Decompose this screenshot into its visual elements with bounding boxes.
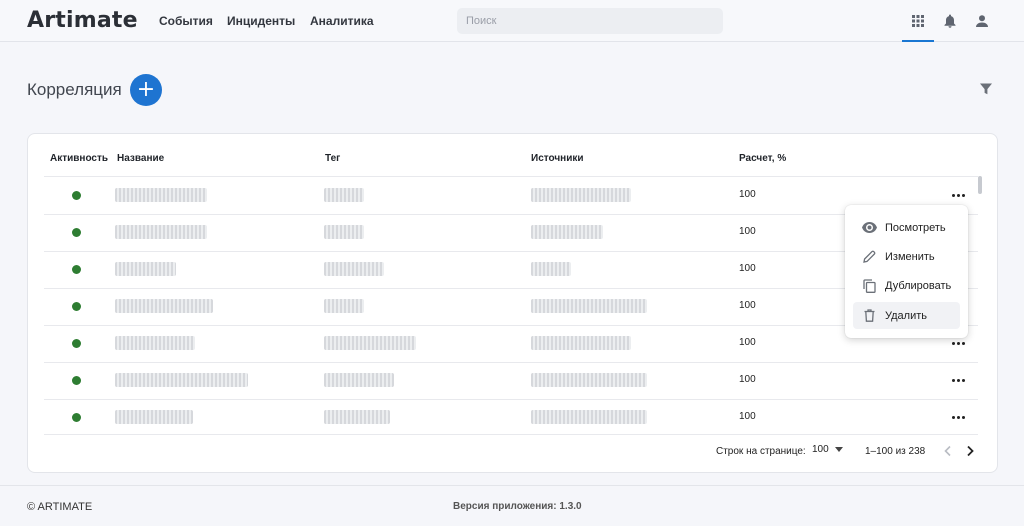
user-icon[interactable] (972, 11, 992, 31)
menu-item-duplicate[interactable]: Дублировать (853, 272, 960, 299)
redacted-sources (531, 299, 647, 313)
rows-per-page-select[interactable]: 100 (812, 444, 843, 455)
redacted-sources (531, 373, 647, 387)
active-status-dot (72, 376, 81, 385)
active-status-dot (72, 191, 81, 200)
search-input[interactable] (457, 8, 723, 34)
redacted-name (115, 410, 193, 424)
column-header-sources[interactable]: Источники (531, 153, 584, 164)
column-header-name[interactable]: Название (117, 153, 164, 164)
table-row[interactable]: 100 (28, 214, 988, 251)
column-header-tag[interactable]: Тег (325, 153, 340, 164)
chevron-down-icon (834, 447, 843, 452)
copy-icon (861, 278, 877, 294)
redacted-sources (531, 188, 631, 202)
active-status-dot (72, 265, 81, 274)
rows-per-page-value: 100 (812, 444, 829, 455)
calc-value: 100 (739, 189, 756, 200)
next-page-icon[interactable] (962, 443, 978, 459)
redacted-name (115, 299, 213, 313)
nav-events[interactable]: События (159, 14, 213, 28)
rows-per-page-label: Строк на странице: (716, 446, 806, 457)
redacted-name (115, 336, 195, 350)
more-actions-icon[interactable] (948, 186, 968, 204)
more-actions-icon[interactable] (948, 371, 968, 389)
redacted-sources (531, 225, 603, 239)
app-logo[interactable]: Artimate (27, 8, 138, 33)
nav-incidents[interactable]: Инциденты (227, 14, 295, 28)
calc-value: 100 (739, 374, 756, 385)
calc-value: 100 (739, 337, 756, 348)
menu-item-label: Дублировать (885, 279, 952, 292)
more-actions-icon[interactable] (948, 408, 968, 426)
active-status-dot (72, 302, 81, 311)
trash-icon (861, 308, 877, 324)
redacted-name (115, 188, 207, 202)
menu-item-view[interactable]: Посмотреть (853, 214, 960, 241)
page-title: Корреляция (27, 80, 122, 99)
active-status-dot (72, 413, 81, 422)
redacted-sources (531, 336, 631, 350)
redacted-name (115, 225, 207, 239)
active-status-dot (72, 339, 81, 348)
active-tab-indicator (902, 40, 934, 42)
redacted-tag (324, 336, 416, 350)
previous-page-icon[interactable] (940, 443, 956, 459)
calc-value: 100 (739, 226, 756, 237)
active-status-dot (72, 228, 81, 237)
table-row[interactable]: 100 (28, 251, 988, 288)
redacted-tag (324, 299, 364, 313)
add-correlation-button[interactable]: + (130, 74, 162, 106)
table-row[interactable]: 100 (28, 325, 988, 362)
apps-grid-icon[interactable] (908, 11, 928, 31)
redacted-sources (531, 410, 647, 424)
menu-item-label: Изменить (885, 250, 935, 263)
menu-item-label: Удалить (885, 309, 927, 322)
redacted-tag (324, 188, 364, 202)
copyright: © ARTIMATE (27, 501, 93, 513)
calc-value: 100 (739, 263, 756, 274)
menu-item-edit[interactable]: Изменить (853, 243, 960, 270)
row-actions-menu: Посмотреть Изменить Дублировать Удалить (845, 205, 968, 338)
bell-icon[interactable] (940, 11, 960, 31)
menu-item-label: Посмотреть (885, 221, 946, 234)
calc-value: 100 (739, 300, 756, 311)
redacted-tag (324, 262, 384, 276)
calc-value: 100 (739, 411, 756, 422)
column-header-activity[interactable]: Активность (50, 153, 108, 164)
app-version: Версия приложения: 1.3.0 (453, 501, 582, 512)
redacted-tag (324, 225, 364, 239)
column-header-calc[interactable]: Расчет, % (739, 153, 786, 164)
filter-icon[interactable] (979, 82, 995, 98)
table-row[interactable]: 100 (28, 399, 988, 436)
redacted-name (115, 262, 176, 276)
pencil-icon (861, 249, 877, 265)
redacted-tag (324, 373, 394, 387)
table-bottom-divider (44, 434, 978, 435)
table-scrollbar[interactable] (978, 176, 982, 194)
table-row[interactable]: 100 (28, 177, 988, 214)
redacted-tag (324, 410, 390, 424)
nav-analytics[interactable]: Аналитика (310, 14, 374, 28)
eye-icon (861, 220, 877, 236)
footer: © ARTIMATE Версия приложения: 1.3.0 (0, 485, 1024, 526)
menu-item-delete[interactable]: Удалить (853, 302, 960, 329)
redacted-sources (531, 262, 571, 276)
redacted-name (115, 373, 248, 387)
top-bar: Artimate События Инциденты Аналитика (0, 0, 1024, 42)
table-row[interactable]: 100 (28, 362, 988, 399)
table-row[interactable]: 100 (28, 288, 988, 325)
pagination-range: 1–100 из 238 (865, 446, 926, 457)
